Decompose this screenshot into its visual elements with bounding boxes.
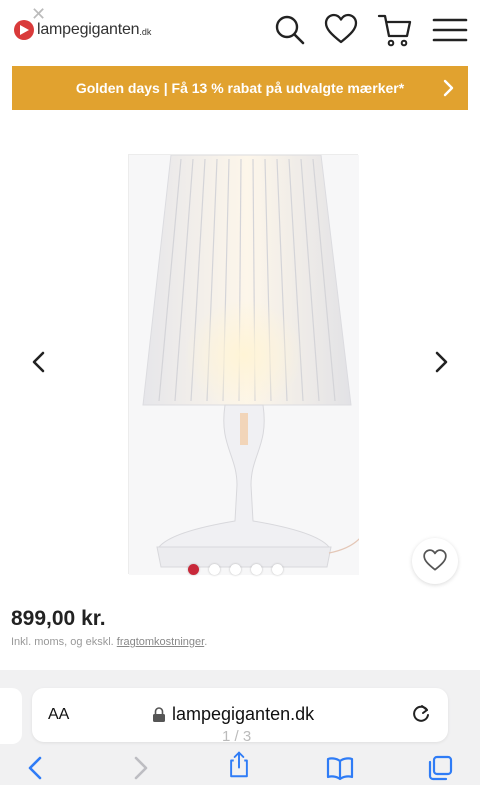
gallery-pagination (188, 564, 283, 575)
back-button[interactable] (22, 754, 50, 782)
page-indicator: 1 / 3 (222, 728, 252, 745)
url-display[interactable]: lampegiganten.dk (152, 704, 314, 725)
logo-mark-icon (14, 20, 34, 40)
promo-banner[interactable]: Golden days | Få 13 % rabat på udvalgte … (12, 66, 468, 110)
next-image-button[interactable] (428, 349, 454, 375)
brand-logo[interactable]: lampegiganten .dk (14, 20, 151, 40)
vat-note: Inkl. moms, og ekskl. fragtomkostninger. (11, 636, 207, 648)
tabs-button[interactable] (426, 754, 454, 782)
site-header: ✕ lampegiganten .dk (0, 0, 480, 62)
share-button[interactable] (225, 750, 253, 778)
shipping-costs-link[interactable]: fragtomkostninger (117, 636, 204, 648)
product-price: 899,00 kr. (11, 607, 106, 630)
heart-icon[interactable] (323, 12, 359, 48)
brand-name: lampegiganten (37, 21, 140, 38)
lamp-illustration (129, 154, 362, 575)
lock-icon (153, 706, 165, 722)
search-icon[interactable] (272, 12, 308, 48)
vat-note-suffix: . (204, 636, 208, 648)
previous-tab-preview[interactable] (0, 688, 22, 744)
cart-icon[interactable] (377, 12, 413, 48)
heart-icon (423, 549, 447, 571)
chevron-right-icon (443, 79, 454, 97)
url-text: lampegiganten.dk (172, 704, 315, 724)
gallery-dot[interactable] (251, 564, 262, 575)
browser-toolbar: AA lampegiganten.dk 1 / 3 (0, 670, 480, 785)
menu-icon[interactable] (432, 12, 468, 48)
brand-tld: .dk (139, 26, 152, 37)
gallery-dot[interactable] (188, 564, 199, 575)
add-to-wishlist-button[interactable] (412, 538, 458, 584)
gallery-dot[interactable] (272, 564, 283, 575)
promo-text: Golden days | Få 13 % rabat på udvalgte … (75, 80, 405, 96)
vat-note-text: Inkl. moms, og ekskl. (11, 636, 117, 648)
gallery-dot[interactable] (209, 564, 220, 575)
product-gallery (0, 124, 480, 594)
reload-icon[interactable] (410, 703, 432, 725)
bookmarks-button[interactable] (326, 754, 354, 782)
gallery-dot[interactable] (230, 564, 241, 575)
forward-button[interactable] (126, 754, 154, 782)
reader-settings-button[interactable]: AA (48, 706, 69, 724)
product-image[interactable] (128, 154, 362, 575)
previous-image-button[interactable] (26, 349, 52, 375)
